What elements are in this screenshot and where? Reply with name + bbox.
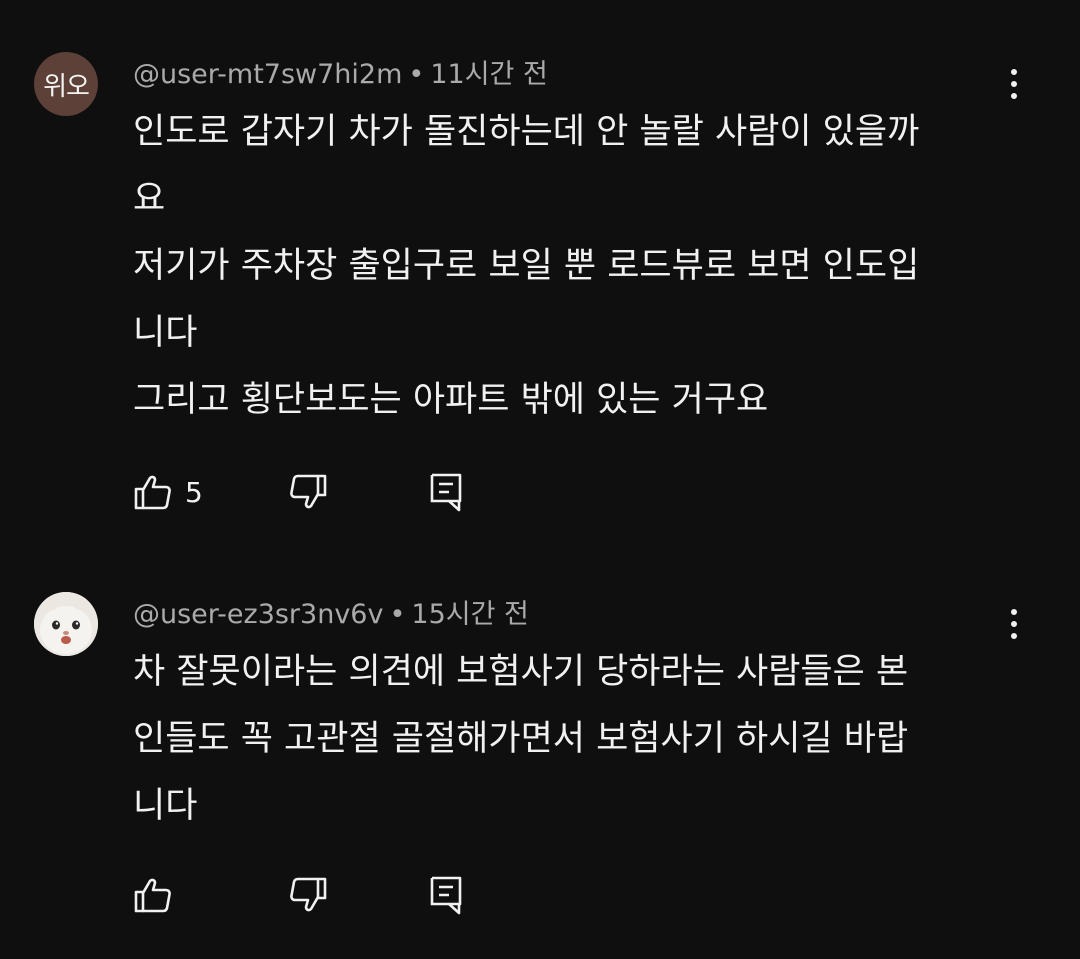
thumbs-up-icon [134,878,171,913]
more-vert-icon-dot [1011,93,1017,99]
reply-icon [430,876,462,915]
avatar[interactable] [34,592,98,656]
more-vert-icon [1011,69,1017,75]
comment-line: 요 [133,179,166,219]
separator-dot: • [389,599,406,630]
comment-line: 인도로 갑자기 차가 돌진하는데 안 놀랄 사람이 있을까 [133,112,920,152]
comment-line: 니다 [133,313,198,353]
dislike-button[interactable] [288,470,328,514]
reply-button[interactable] [429,873,465,917]
avatar-initials: 위오 [43,71,90,102]
cat-avatar-icon [34,592,98,656]
like-button[interactable]: 5 [133,470,203,514]
author-name[interactable]: @user-mt7sw7hi2m [133,59,402,90]
timestamp[interactable]: 11시간 전 [430,59,547,90]
more-vert-icon-dot [1011,81,1017,87]
thumbs-down-icon [290,474,327,509]
reply-icon [430,473,462,512]
more-vert-icon-dot [1011,633,1017,639]
timestamp[interactable]: 15시간 전 [411,599,528,630]
reply-button[interactable] [429,470,465,514]
like-button[interactable] [133,873,173,917]
comment-line: 그리고 횡단보도는 아파트 밖에 있는 거구요 [133,380,769,420]
comment-line: 니다 [133,786,198,826]
comment-line: 차 잘못이라는 의견에 보험사기 당하라는 사람들은 본 [133,652,909,692]
dislike-button[interactable] [288,873,328,917]
comment-line: 저기가 주차장 출입구로 보일 뿐 로드뷰로 보면 인도입 [133,246,920,286]
avatar[interactable]: 위오 [34,52,98,116]
comment-text: 인도로 갑자기 차가 돌진하는데 안 놀랄 사람이 있을까 요 저기가 주차장 … [133,99,1003,434]
separator-dot: • [408,59,425,90]
like-count: 5 [185,475,203,509]
comment-header: @user-ez3sr3nv6v • 15시간 전 [133,592,529,631]
comment-1: 위오 @user-mt7sw7hi2m • 11시간 전 인도로 갑자기 차가 돌진… [0,0,1080,540]
comment-actions [133,873,533,917]
more-vert-icon [1011,609,1017,615]
author-name[interactable]: @user-ez3sr3nv6v [133,599,383,630]
thumbs-up-icon [134,475,171,510]
more-vert-icon-dot [1011,621,1017,627]
comment-text: 차 잘못이라는 의견에 보험사기 당하라는 사람들은 본 인들도 꼭 고관절 골… [133,639,1003,840]
comment-2: @user-ez3sr3nv6v • 15시간 전 차 잘못이라는 의견에 보험사기… [0,540,1080,959]
thumbs-down-icon [290,877,327,912]
comment-line: 인들도 꼭 고관절 골절해가면서 보험사기 하시길 바랍 [133,719,909,759]
comment-header: @user-mt7sw7hi2m • 11시간 전 [133,52,548,91]
comment-actions: 5 [133,470,533,514]
